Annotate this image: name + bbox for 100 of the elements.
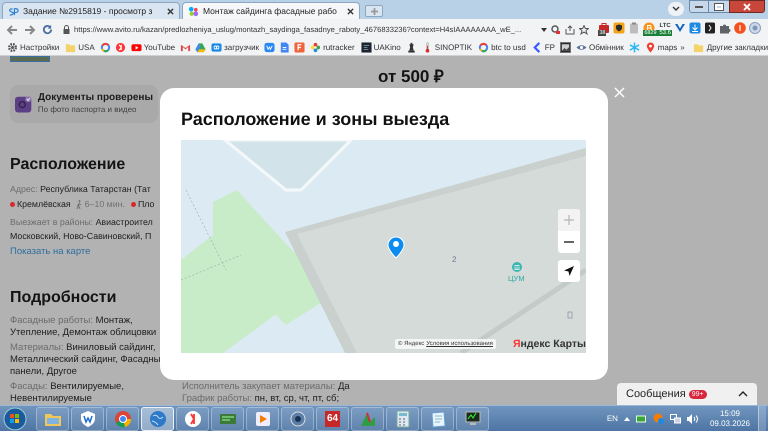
close-icon[interactable] xyxy=(167,8,174,14)
bookmark-link[interactable]: maps xyxy=(642,40,680,54)
verification-subtitle: По фото паспорта и видео xyxy=(38,104,138,116)
chevron-up-icon[interactable] xyxy=(738,391,748,397)
start-button-icon[interactable] xyxy=(2,406,28,430)
bookmark-link[interactable]: Настройки xyxy=(4,40,62,54)
map-logo: Яндекс Карты xyxy=(513,337,586,352)
globe-icon xyxy=(148,410,166,428)
maximize-icon xyxy=(715,4,723,10)
new-tab-button[interactable] xyxy=(365,5,383,17)
image-icon[interactable] xyxy=(560,42,572,53)
minus-icon xyxy=(564,241,574,243)
folder-icon xyxy=(692,42,704,53)
door-icon xyxy=(568,312,572,318)
minimize-icon xyxy=(695,6,703,8)
square-logo-icon[interactable] xyxy=(264,42,276,53)
battery-icon[interactable] xyxy=(636,414,647,422)
photo-placeholder xyxy=(10,56,50,62)
round-logo-icon[interactable] xyxy=(114,42,126,53)
address-text: Адрес: Республика Татарстан (Тат xyxy=(10,183,152,195)
minimize-button[interactable] xyxy=(689,0,709,13)
play-icon xyxy=(130,42,142,53)
square-logo-icon[interactable] xyxy=(294,42,306,53)
speaker-icon[interactable] xyxy=(686,414,698,424)
forward-icon[interactable] xyxy=(24,24,36,34)
shield-icon[interactable] xyxy=(613,22,626,34)
gear-icon xyxy=(7,42,18,53)
folder-icon xyxy=(65,42,76,53)
detail-text: Фасады: Вентилируемые, Невентилируемые xyxy=(10,381,125,405)
star-icon[interactable] xyxy=(628,42,640,53)
logo-icon xyxy=(8,6,19,16)
verification-title: Документы проверены xyxy=(38,92,153,104)
share-icon[interactable] xyxy=(565,24,576,34)
close-button[interactable] xyxy=(729,0,765,13)
walking-person-icon xyxy=(74,200,83,208)
tab-search-button[interactable] xyxy=(668,2,684,16)
other-bookmarks-folder[interactable]: Другие закладки xyxy=(692,42,768,54)
taskbar-app-button[interactable]: 64 xyxy=(316,406,349,430)
bookmark-link[interactable]: rutracker xyxy=(307,40,358,54)
detail-text: Фасадные работы: Монтаж, Утепление, Демонтаж облицовки xyxy=(10,315,158,339)
dropdown-icon[interactable] xyxy=(541,28,548,32)
globe-icon[interactable] xyxy=(749,22,761,34)
round-logo-icon xyxy=(184,410,202,428)
briefcase-icon[interactable] xyxy=(598,22,610,34)
browser-tab[interactable]: Задание №2915819 - просмотр з xyxy=(2,2,180,19)
locate-button[interactable] xyxy=(558,260,580,282)
calculator-icon xyxy=(394,410,412,428)
puzzle-icon[interactable] xyxy=(719,22,731,34)
network-icon xyxy=(288,410,306,428)
bookmark-link[interactable]: USA xyxy=(62,40,98,54)
download-icon[interactable] xyxy=(689,22,701,34)
bookmark-link[interactable]: btc to usd xyxy=(475,40,529,54)
colored-ring-icon[interactable] xyxy=(100,42,111,53)
close-icon[interactable] xyxy=(347,8,354,14)
language-indicator[interactable]: EN xyxy=(606,412,618,424)
bookmark-link[interactable]: загрузчик xyxy=(208,40,262,54)
triangle-icon[interactable] xyxy=(195,42,206,53)
bookmark-link[interactable]: FP xyxy=(528,40,558,54)
bookmark-link[interactable]: Обмінник xyxy=(573,40,627,54)
plus-icon xyxy=(370,8,378,14)
messages-label: Сообщения xyxy=(626,386,686,402)
shield-icon xyxy=(78,410,96,428)
taskbar-app-button[interactable] xyxy=(281,406,314,430)
clipboard-icon[interactable] xyxy=(628,22,640,34)
price-text: от 500 ₽ xyxy=(378,68,446,86)
colored-ring-icon xyxy=(478,42,490,53)
monitor-icon xyxy=(464,410,482,428)
back-icon[interactable] xyxy=(6,24,18,34)
chess-piece-icon[interactable] xyxy=(406,42,417,53)
envelope-icon[interactable] xyxy=(180,42,192,53)
walking-time: 6–10 мин. xyxy=(84,198,125,210)
maximize-button[interactable] xyxy=(709,0,729,13)
bookmarks-overflow-button[interactable]: » xyxy=(680,42,685,54)
section-heading: Расположение xyxy=(10,156,126,174)
avatar-icon[interactable] xyxy=(734,22,746,34)
key-icon[interactable] xyxy=(551,24,562,34)
bookmark-link[interactable]: YouTube xyxy=(128,40,178,54)
clock-time: 15:09 xyxy=(720,408,740,418)
tray-expand-icon[interactable] xyxy=(624,416,630,420)
modal-title: Расположение и зоны выезда xyxy=(181,108,450,130)
landmark-icon xyxy=(512,262,522,272)
v-logo-icon[interactable] xyxy=(674,22,686,34)
document-icon[interactable] xyxy=(279,42,290,53)
star-icon[interactable] xyxy=(579,24,590,34)
reload-icon[interactable] xyxy=(42,24,53,35)
chevron-down-icon xyxy=(672,6,680,12)
flower-icon xyxy=(310,42,322,53)
bookmark-link[interactable]: SINOPTIK xyxy=(418,40,476,54)
bookmark-link[interactable]: UAKino xyxy=(358,40,404,54)
browser-tab[interactable]: Монтаж сайдинга фасадные рабо xyxy=(182,2,360,19)
taskbar-app-button[interactable] xyxy=(456,406,489,430)
chart-icon xyxy=(358,410,376,428)
browser-logo-icon xyxy=(114,410,132,428)
network-icon[interactable] xyxy=(670,414,681,424)
lock-icon xyxy=(63,25,70,34)
dark-square-icon[interactable] xyxy=(704,22,716,34)
taskbar-app-button[interactable] xyxy=(211,406,244,430)
clock[interactable]: 15:09 09.03.2026 xyxy=(710,408,750,428)
detail-text: Исполнитель закупает материалы: Да xyxy=(182,381,351,393)
taskbar-app-button[interactable] xyxy=(71,406,104,430)
